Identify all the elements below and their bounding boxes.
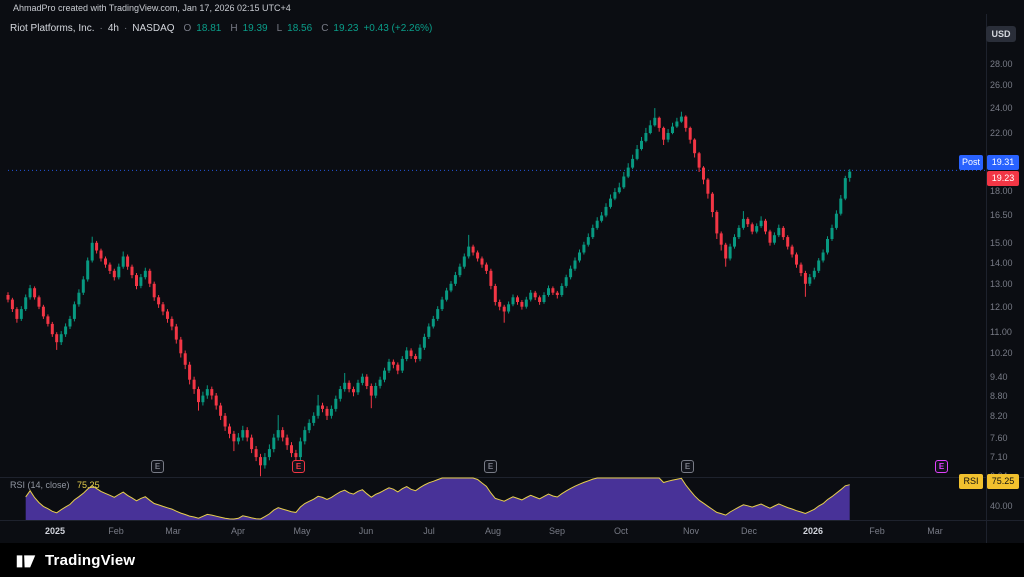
time-axis-label: Jun xyxy=(346,526,386,536)
price-axis-label: 24.00 xyxy=(990,103,1013,113)
tradingview-chart-window: AhmadPro created with TradingView.com, J… xyxy=(0,0,1024,577)
legend-separator: · xyxy=(99,23,102,34)
post-market-tag: Post xyxy=(959,155,983,170)
open-label: O xyxy=(184,23,192,34)
close-value: 19.23 xyxy=(333,23,358,34)
time-axis-label: Apr xyxy=(218,526,258,536)
currency-button[interactable]: USD xyxy=(986,26,1016,42)
close-label: C xyxy=(321,23,328,34)
price-axis-label: 18.00 xyxy=(990,186,1013,196)
time-axis-label: Aug xyxy=(473,526,513,536)
rsi-legend-label[interactable]: RSI (14, close) xyxy=(10,480,70,490)
earnings-marker-icon[interactable]: E xyxy=(935,460,948,473)
symbol-legend: Riot Platforms, Inc. · 4h · NASDAQ O 18.8… xyxy=(10,23,432,34)
change-value: +0.43 (+2.26%) xyxy=(363,23,432,34)
price-axis-label: 8.80 xyxy=(990,391,1008,401)
price-axis-label: 7.60 xyxy=(990,433,1008,443)
price-axis-label: 15.00 xyxy=(990,238,1013,248)
price-axis-label: 8.20 xyxy=(990,411,1008,421)
earnings-marker-icon[interactable]: E xyxy=(681,460,694,473)
time-axis-label: Nov xyxy=(671,526,711,536)
footer-bar: TradingView xyxy=(0,543,1024,577)
price-axis-label: 16.50 xyxy=(990,210,1013,220)
high-label: H xyxy=(230,23,237,34)
price-axis-label: 7.10 xyxy=(990,452,1008,462)
time-axis-label: 2026 xyxy=(793,526,833,536)
last-price-badge: 19.23 xyxy=(987,171,1019,186)
time-axis-label: Dec xyxy=(729,526,769,536)
time-axis-label: 2025 xyxy=(35,526,75,536)
price-axis-label: 14.00 xyxy=(990,258,1013,268)
high-value: 19.39 xyxy=(243,23,268,34)
time-axis-label: Feb xyxy=(96,526,136,536)
rsi-legend[interactable]: RSI (14, close) 75.25 xyxy=(10,480,100,490)
rsi-level-label: 40.00 xyxy=(990,501,1013,511)
time-axis-label: Oct xyxy=(601,526,641,536)
post-market-price-badge: 19.31 xyxy=(987,155,1019,170)
earnings-marker-icon[interactable]: E xyxy=(292,460,305,473)
price-axis-label: 12.00 xyxy=(990,302,1013,312)
price-axis-label: 11.00 xyxy=(990,327,1012,337)
rsi-legend-value: 75.25 xyxy=(77,480,100,490)
time-axis-label: Sep xyxy=(537,526,577,536)
symbol-exchange[interactable]: NASDAQ xyxy=(132,23,174,34)
tradingview-logo-icon[interactable] xyxy=(14,548,38,572)
tradingview-brand-text[interactable]: TradingView xyxy=(45,552,135,569)
symbol-title[interactable]: Riot Platforms, Inc. xyxy=(10,23,94,34)
time-axis-label: Mar xyxy=(915,526,955,536)
price-axis-label: 22.00 xyxy=(990,128,1013,138)
rsi-value-badge: 75.25 xyxy=(987,474,1019,489)
time-axis-label: Feb xyxy=(857,526,897,536)
open-value: 18.81 xyxy=(196,23,221,34)
price-axis-label: 28.00 xyxy=(990,59,1013,69)
symbol-interval[interactable]: 4h xyxy=(108,23,119,34)
price-axis-label: 26.00 xyxy=(990,80,1013,90)
low-value: 18.56 xyxy=(287,23,312,34)
rsi-axis-tag: RSI xyxy=(959,474,983,489)
earnings-marker-icon[interactable]: E xyxy=(484,460,497,473)
time-axis-label: May xyxy=(282,526,322,536)
time-axis-label: Jul xyxy=(409,526,449,536)
time-axis-label: Mar xyxy=(153,526,193,536)
low-label: L xyxy=(277,23,283,34)
price-axis-label: 9.40 xyxy=(990,372,1008,382)
price-axis-label: 10.20 xyxy=(990,348,1013,358)
price-axis-label: 13.00 xyxy=(990,279,1013,289)
legend-separator: · xyxy=(124,23,127,34)
earnings-marker-icon[interactable]: E xyxy=(151,460,164,473)
